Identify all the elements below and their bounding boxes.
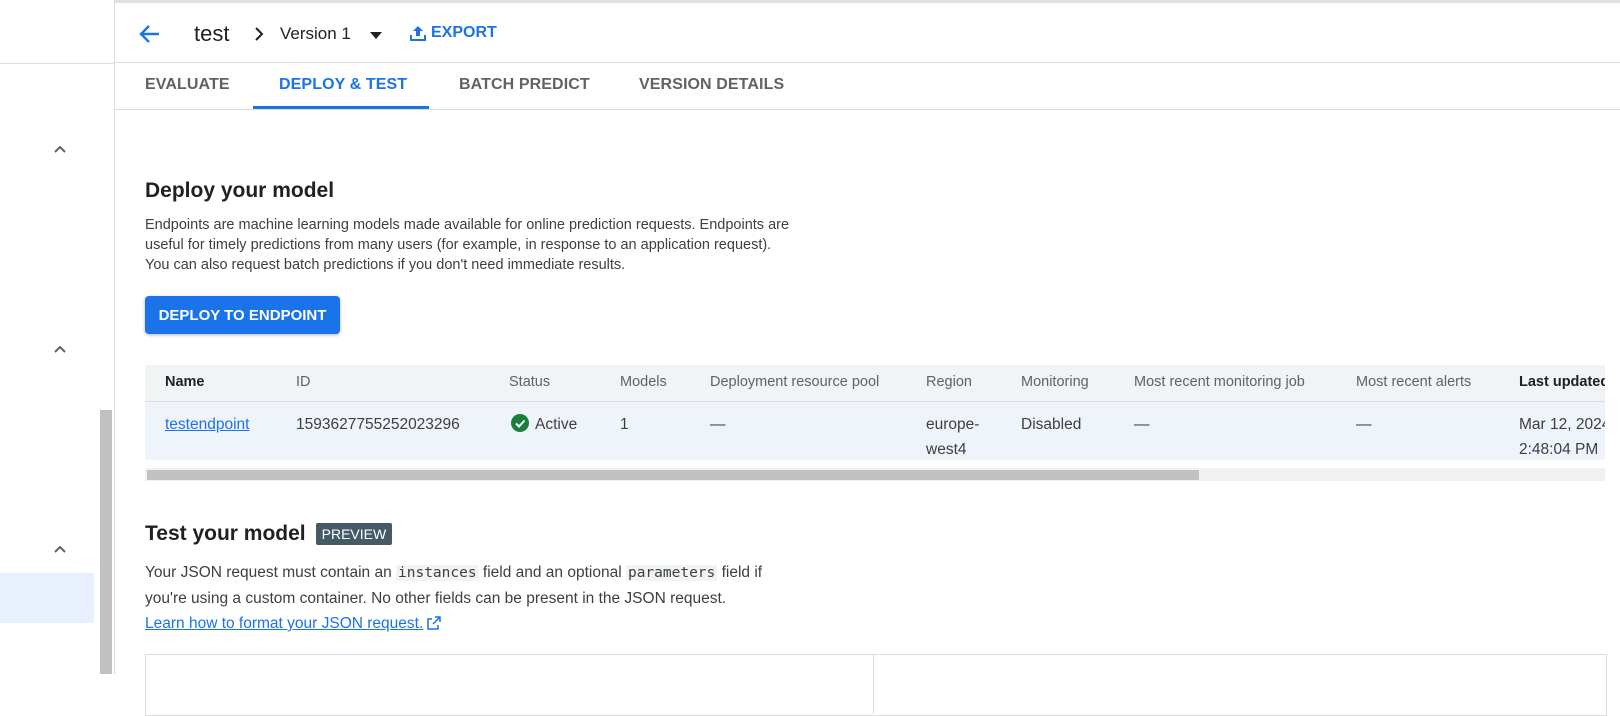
check-circle-icon	[511, 414, 529, 432]
deploy-section-title: Deploy your model	[145, 179, 335, 202]
json-request-panel	[145, 654, 1607, 716]
export-button[interactable]: EXPORT	[409, 24, 497, 42]
active-tab-indicator	[253, 106, 429, 109]
recent-alerts-value: —	[1356, 416, 1372, 433]
test-description: Your JSON request must contain an instan…	[145, 560, 795, 636]
deploy-to-endpoint-button[interactable]: DEPLOY TO ENDPOINT	[145, 296, 340, 334]
column-header-recent-job[interactable]: Most recent monitoring job	[1134, 374, 1305, 390]
left-sidebar	[0, 0, 115, 674]
region-line-1: europe-	[926, 416, 980, 433]
column-header-id[interactable]: ID	[296, 374, 311, 390]
instances-code: instances	[396, 565, 479, 581]
status-text: Active	[535, 416, 578, 433]
chevron-right-icon	[252, 25, 266, 43]
scrollbar-thumb[interactable]	[147, 470, 1199, 480]
preview-badge: PREVIEW	[315, 523, 393, 545]
endpoint-name-link[interactable]: testendpoint	[165, 412, 249, 437]
panel-divider	[873, 654, 874, 714]
sidebar-divider	[0, 63, 114, 64]
header-bar: test Version 1 EXPORT	[115, 0, 1620, 63]
column-header-monitoring[interactable]: Monitoring	[1021, 374, 1089, 390]
chevron-up-icon[interactable]	[50, 340, 70, 360]
version-selector[interactable]: Version 1	[280, 24, 351, 44]
last-updated-time: 2:48:04 PM	[1519, 441, 1599, 458]
column-header-pool[interactable]: Deployment resource pool	[710, 374, 879, 390]
sidebar-scrollbar[interactable]	[100, 410, 112, 674]
last-updated-value: Mar 12, 2024 2:48:04 PM	[1519, 412, 1605, 460]
sidebar-selected-item[interactable]	[0, 573, 94, 623]
column-header-name[interactable]: Name	[165, 374, 205, 390]
learn-json-format-link[interactable]: Learn how to format your JSON request.	[145, 615, 423, 632]
tab-bar: EVALUATE DEPLOY & TEST BATCH PREDICT VER…	[115, 63, 1620, 110]
column-header-region[interactable]: Region	[926, 374, 972, 390]
test-desc-text: field and an optional	[478, 564, 626, 581]
test-desc-text: Your JSON request must contain an	[145, 564, 397, 581]
test-section-title: Test your model	[145, 522, 306, 545]
column-header-recent-alerts[interactable]: Most recent alerts	[1356, 374, 1471, 390]
pool-value: —	[710, 416, 726, 433]
column-header-last-updated[interactable]: Last updated	[1519, 374, 1605, 390]
table-header: Name ID Status Models Deployment resourc…	[145, 365, 1605, 402]
tab-deploy-test[interactable]: DEPLOY & TEST	[279, 76, 407, 94]
back-arrow-icon[interactable]	[137, 21, 163, 47]
table-row: testendpoint 1593627755252023296 Active …	[145, 402, 1605, 460]
recent-job-value: —	[1134, 416, 1150, 433]
region-value: europe- west4	[926, 412, 979, 460]
tab-batch-predict[interactable]: BATCH PREDICT	[459, 76, 590, 94]
tab-evaluate[interactable]: EVALUATE	[145, 76, 230, 94]
deploy-description: Endpoints are machine learning models ma…	[145, 217, 790, 273]
page-title: test	[194, 21, 230, 46]
status-cell: Active	[511, 412, 577, 437]
endpoints-table: Name ID Status Models Deployment resourc…	[145, 365, 1605, 460]
tab-version-details[interactable]: VERSION DETAILS	[639, 76, 784, 94]
test-section-header: Test your model PREVIEW	[145, 522, 393, 546]
caret-down-icon[interactable]	[369, 28, 383, 42]
external-link-icon[interactable]	[427, 613, 442, 630]
chevron-up-icon[interactable]	[50, 140, 70, 160]
models-count: 1	[620, 416, 629, 433]
chevron-up-icon[interactable]	[50, 540, 70, 560]
export-label: EXPORT	[431, 24, 497, 41]
column-header-status[interactable]: Status	[509, 374, 550, 390]
monitoring-value: Disabled	[1021, 416, 1082, 433]
endpoint-id: 1593627755252023296	[296, 416, 460, 433]
parameters-code: parameters	[625, 565, 718, 581]
last-updated-date: Mar 12, 2024	[1519, 416, 1605, 433]
upload-icon	[410, 26, 426, 41]
region-line-2: west4	[926, 441, 967, 458]
column-header-models[interactable]: Models	[620, 374, 667, 390]
